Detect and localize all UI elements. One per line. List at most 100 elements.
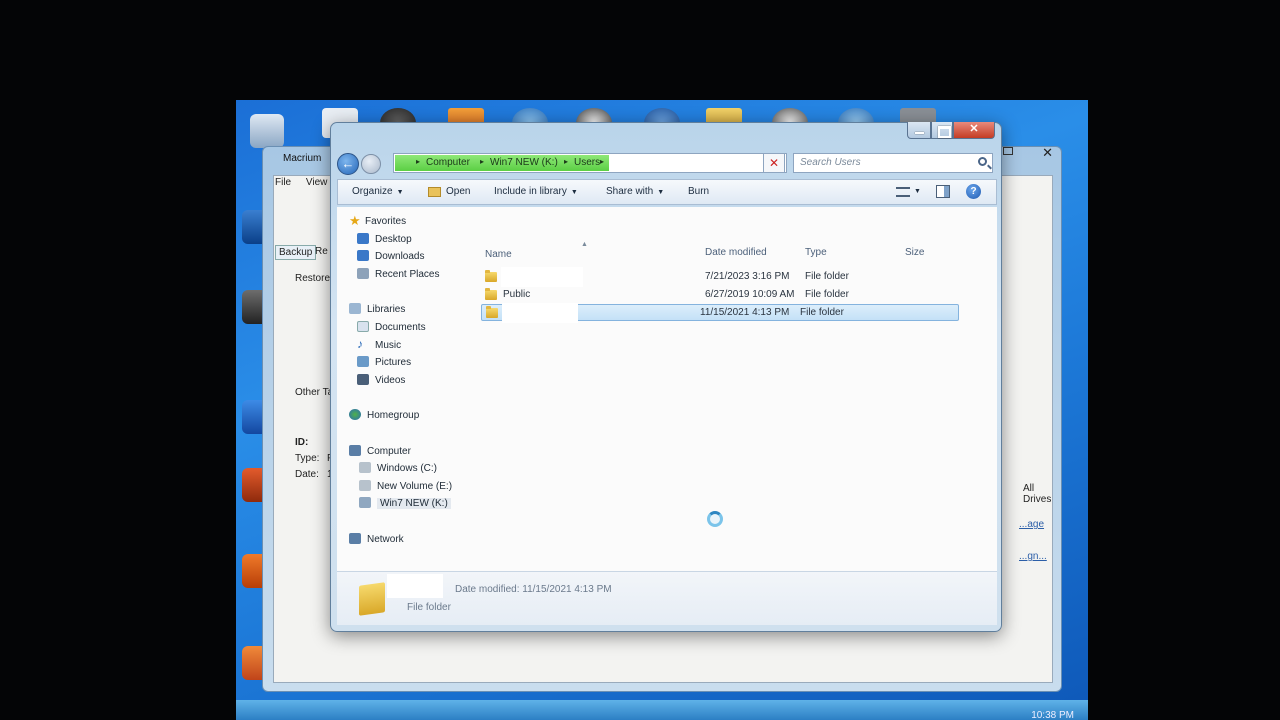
task-link[interactable]: ...gn... [1019, 551, 1047, 562]
file-type: File folder [805, 271, 849, 282]
maximize-button[interactable] [1003, 147, 1013, 155]
breadcrumb-users[interactable]: Users [574, 157, 600, 168]
drives-dropdown[interactable]: All Drives [1023, 483, 1061, 505]
search-icon[interactable] [978, 157, 987, 166]
usb-drive-icon [359, 497, 371, 508]
nav-recent-places[interactable]: Recent Places [375, 269, 439, 280]
search-placeholder: Search Users [800, 157, 861, 168]
maximize-button[interactable] [931, 122, 953, 139]
chevron-down-icon[interactable]: ▼ [914, 188, 921, 195]
nav-windows-c[interactable]: Windows (C:) [377, 463, 437, 474]
nav-computer[interactable]: Computer [367, 446, 411, 457]
view-options-icon[interactable] [896, 187, 910, 197]
column-date-modified[interactable]: Date modified [705, 247, 767, 258]
recycle-bin-icon[interactable] [250, 114, 284, 148]
nav-downloads[interactable]: Downloads [375, 251, 424, 262]
window-title: Macrium [283, 153, 322, 164]
restore-section[interactable]: Restore [295, 273, 330, 284]
file-name: Public [503, 289, 531, 300]
type-label: Type: [295, 453, 320, 464]
nav-pictures[interactable]: Pictures [375, 357, 411, 368]
include-in-library-button[interactable]: Include in library ▼ [494, 186, 578, 197]
downloads-icon [357, 250, 369, 261]
breadcrumb-separator: ▸ [564, 157, 569, 166]
menu-file[interactable]: File [275, 177, 291, 188]
chevron-down-icon: ▼ [396, 189, 404, 196]
redacted-name [387, 574, 443, 598]
organize-label: Organize [352, 186, 393, 197]
nav-homegroup[interactable]: Homegroup [367, 410, 419, 421]
tab-restore[interactable]: Re [315, 246, 328, 257]
forward-button[interactable] [361, 154, 381, 174]
breadcrumb-separator: ▸ [600, 157, 605, 166]
details-pane: Date modified: 11/15/2021 4:13 PM File f… [337, 571, 997, 625]
clock[interactable]: 10:38 PM [1031, 710, 1074, 720]
file-date: 11/15/2021 4:13 PM [700, 307, 790, 318]
nav-win7-new-k[interactable]: Win7 NEW (K:) [377, 498, 451, 509]
column-size[interactable]: Size [905, 247, 924, 258]
share-with-label: Share with [606, 186, 654, 197]
nav-network[interactable]: Network [367, 534, 404, 545]
desktop-icon [357, 233, 369, 244]
busy-spinner-icon [707, 511, 723, 527]
share-with-button[interactable]: Share with ▼ [606, 186, 664, 197]
breadcrumb-separator: ▸ [480, 157, 485, 166]
photo-background: Macrium ✕ File View Backup Re Restore Ot… [0, 0, 1280, 720]
close-button[interactable]: ✕ [953, 122, 995, 139]
chevron-down-icon: ▼ [657, 189, 665, 196]
file-row-selected[interactable]: 11/15/2021 4:13 PM File folder [481, 303, 959, 323]
minimize-button[interactable] [907, 122, 931, 139]
close-button[interactable]: ✕ [1042, 145, 1053, 161]
tab-backup[interactable]: Backup [275, 245, 317, 260]
open-folder-icon [428, 187, 441, 197]
desktop: Macrium ✕ File View Backup Re Restore Ot… [236, 100, 1088, 720]
breadcrumb-computer[interactable]: Computer [426, 157, 470, 168]
folder-icon [485, 270, 497, 282]
preview-pane-icon[interactable] [936, 185, 950, 198]
menu-view[interactable]: View [306, 177, 328, 188]
libraries-icon [349, 303, 361, 314]
column-name[interactable]: Name [485, 249, 512, 260]
nav-documents[interactable]: Documents [375, 322, 426, 333]
stop-button[interactable]: ✕ [763, 153, 785, 173]
nav-desktop[interactable]: Desktop [375, 234, 412, 245]
burn-button[interactable]: Burn [688, 186, 709, 197]
organize-button[interactable]: Organize ▼ [352, 186, 404, 197]
image-link[interactable]: ...age [1019, 519, 1044, 530]
computer-icon [349, 445, 361, 456]
nav-libraries[interactable]: Libraries [367, 304, 405, 315]
windows-drive-icon [359, 462, 371, 473]
documents-icon [357, 321, 369, 332]
file-row[interactable]: 7/21/2023 3:16 PM File folder [481, 267, 959, 287]
column-type[interactable]: Type [805, 247, 827, 258]
breadcrumb-drive[interactable]: Win7 NEW (K:) [490, 157, 558, 168]
address-bar[interactable]: ▸ Computer ▸ Win7 NEW (K:) ▸ Users ▸ ▼ [393, 153, 787, 173]
back-button[interactable]: ← [337, 153, 359, 175]
chevron-down-icon: ▼ [570, 189, 578, 196]
redacted-name [502, 303, 578, 323]
nav-music[interactable]: Music [375, 340, 401, 351]
nav-new-volume-e[interactable]: New Volume (E:) [377, 481, 452, 492]
file-date: 6/27/2019 10:09 AM [705, 289, 795, 300]
recent-places-icon [357, 268, 369, 279]
file-list: ▲ Name Date modified Type Size 7/21/2023… [477, 207, 997, 571]
taskbar: 10:38 PM [236, 700, 1088, 720]
folder-icon [485, 288, 497, 300]
help-icon[interactable]: ? [966, 184, 981, 199]
other-tasks-section[interactable]: Other Ta [295, 387, 333, 398]
details-date-modified: Date modified: 11/15/2021 4:13 PM [455, 584, 612, 595]
navigation-pane: ★ Favorites Desktop Downloads Recent Pla… [337, 207, 477, 571]
menu-bar: File View [275, 177, 327, 188]
file-row[interactable]: Public 6/27/2019 10:09 AM File folder [481, 287, 959, 304]
open-button[interactable]: Open [446, 186, 470, 197]
explorer-window[interactable]: ✕ ← ▸ Computer ▸ Win7 NEW (K:) ▸ Users ▸… [330, 122, 1002, 632]
include-in-library-label: Include in library [494, 186, 567, 197]
folder-icon [359, 582, 385, 616]
nav-favorites[interactable]: Favorites [365, 216, 406, 227]
favorites-star-icon: ★ [349, 213, 361, 228]
nav-videos[interactable]: Videos [375, 375, 405, 386]
command-bar: Organize ▼ Open Include in library ▼ Share… [337, 179, 997, 205]
search-input[interactable]: Search Users [793, 153, 993, 173]
videos-icon [357, 374, 369, 385]
pictures-icon [357, 356, 369, 367]
